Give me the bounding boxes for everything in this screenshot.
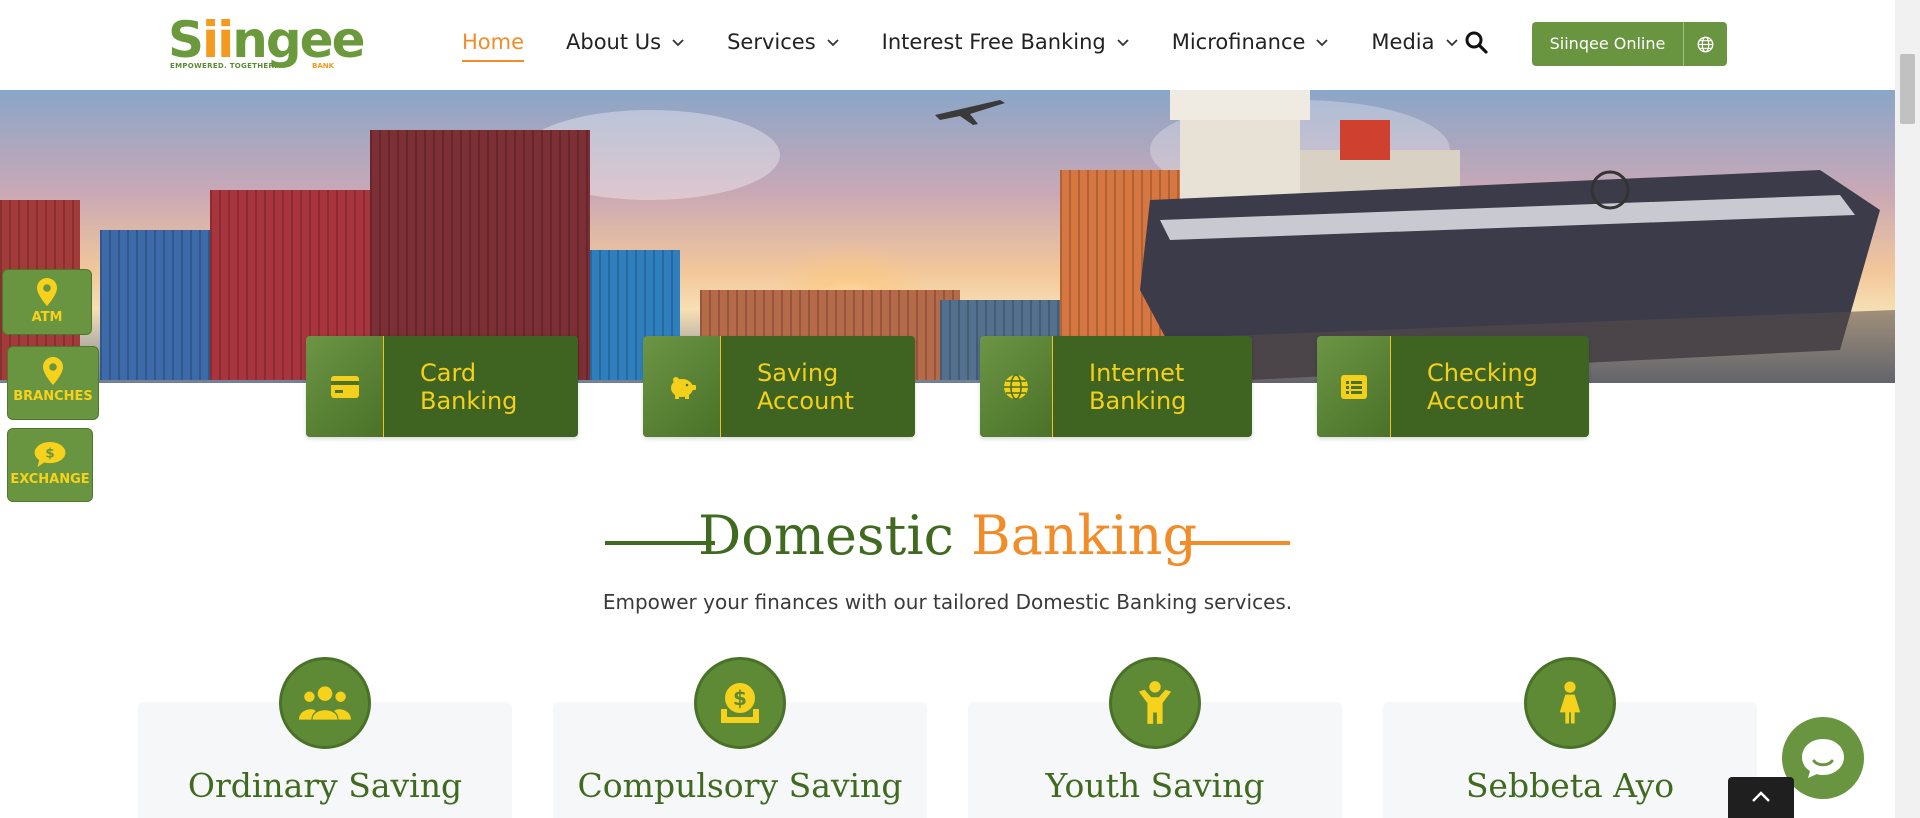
nav-item-media[interactable]: Media — [1371, 0, 1458, 84]
nav-item-interest-free-banking[interactable]: Interest Free Banking — [882, 0, 1130, 84]
credit-card-icon — [306, 336, 384, 437]
nav-item-label: Microfinance — [1171, 30, 1306, 54]
map-pin-icon — [43, 357, 63, 385]
logo-wordmark: Siingee — [168, 11, 366, 69]
section-subtitle: Empower your finances with our tailored … — [602, 590, 1293, 614]
page-scrollbar[interactable] — [1895, 0, 1920, 818]
globe-icon — [980, 336, 1053, 437]
svg-text:$: $ — [733, 686, 747, 710]
main-nav: Home About Us Services Interest Free Ban… — [462, 0, 1459, 84]
nav-item-home[interactable]: Home — [462, 0, 525, 84]
globe-icon[interactable] — [1684, 22, 1727, 66]
service-card-title: Youth Saving — [1045, 766, 1265, 805]
quick-link-checking-account[interactable]: Checking Account — [1317, 336, 1589, 437]
site-header: Siingee EMPOWERED. TOGETHER. BANK Home A… — [0, 0, 1895, 90]
side-widget-branches[interactable]: BRANCHES — [7, 346, 99, 420]
side-widget-atm[interactable]: ATM — [2, 269, 92, 335]
section-title-part1: Domestic — [697, 504, 954, 567]
section-title: Domestic Banking — [0, 503, 1895, 569]
logo-tagline: EMPOWERED. TOGETHER. — [170, 62, 278, 70]
nav-item-label: Interest Free Banking — [881, 30, 1106, 54]
siinqee-online-button[interactable]: Siinqee Online — [1532, 22, 1727, 66]
nav-item-label: Media — [1371, 30, 1435, 54]
nav-item-label: About Us — [566, 30, 662, 54]
chevron-down-icon — [826, 35, 840, 49]
chat-icon — [1802, 739, 1844, 778]
users-icon — [279, 657, 371, 749]
child-icon — [1109, 657, 1201, 749]
piggy-bank-icon — [643, 336, 721, 437]
side-widget-label: BRANCHES — [13, 389, 93, 404]
service-card-title: Compulsory Saving — [577, 766, 903, 805]
woman-icon — [1524, 657, 1616, 749]
quick-link-label: Checking Account — [1427, 358, 1538, 415]
money-deposit-icon: $ — [694, 657, 786, 749]
airplane-icon — [935, 100, 1005, 125]
svg-text:$: $ — [45, 445, 54, 461]
service-card-title: Sebbeta Ayo — [1465, 766, 1675, 805]
side-widget-exchange[interactable]: $ EXCHANGE — [7, 428, 93, 502]
quick-link-label: Card Banking — [420, 358, 518, 415]
nav-item-services[interactable]: Services — [727, 0, 840, 84]
dollar-chat-icon: $ — [34, 441, 66, 468]
nav-item-microfinance[interactable]: Microfinance — [1172, 0, 1330, 84]
nav-item-label: Home — [462, 30, 525, 54]
quick-link-internet-banking[interactable]: Internet Banking — [980, 336, 1252, 437]
hero-container — [100, 230, 210, 380]
quick-link-card-banking[interactable]: Card Banking — [306, 336, 578, 437]
chevron-down-icon — [671, 35, 685, 49]
search-icon[interactable] — [1464, 30, 1488, 54]
online-button-label: Siinqee Online — [1532, 22, 1684, 66]
chevron-up-icon — [1752, 791, 1770, 802]
section-title-part2: Banking — [971, 504, 1198, 567]
map-pin-icon — [37, 278, 57, 306]
chevron-down-icon — [1116, 35, 1130, 49]
chat-widget-button[interactable] — [1782, 717, 1864, 799]
quick-link-label: Saving Account — [757, 358, 854, 415]
side-widget-label: ATM — [31, 310, 63, 325]
list-icon — [1317, 336, 1391, 437]
nav-item-about-us[interactable]: About Us — [566, 0, 685, 84]
quick-link-label: Internet Banking — [1089, 358, 1187, 415]
brand-logo[interactable]: Siingee EMPOWERED. TOGETHER. BANK — [168, 14, 366, 72]
quick-link-saving-account[interactable]: Saving Account — [643, 336, 915, 437]
chevron-down-icon — [1445, 35, 1459, 49]
chevron-down-icon — [1315, 35, 1329, 49]
hero-banner-image — [0, 90, 1895, 383]
nav-item-label: Services — [727, 30, 816, 54]
back-to-top-button[interactable] — [1728, 777, 1794, 818]
logo-bank-word: BANK — [312, 62, 335, 70]
scrollbar-thumb[interactable] — [1900, 54, 1915, 124]
service-card-title: Ordinary Saving — [187, 766, 463, 805]
section-title-rule-right — [1180, 541, 1290, 545]
side-widget-label: EXCHANGE — [10, 472, 90, 487]
